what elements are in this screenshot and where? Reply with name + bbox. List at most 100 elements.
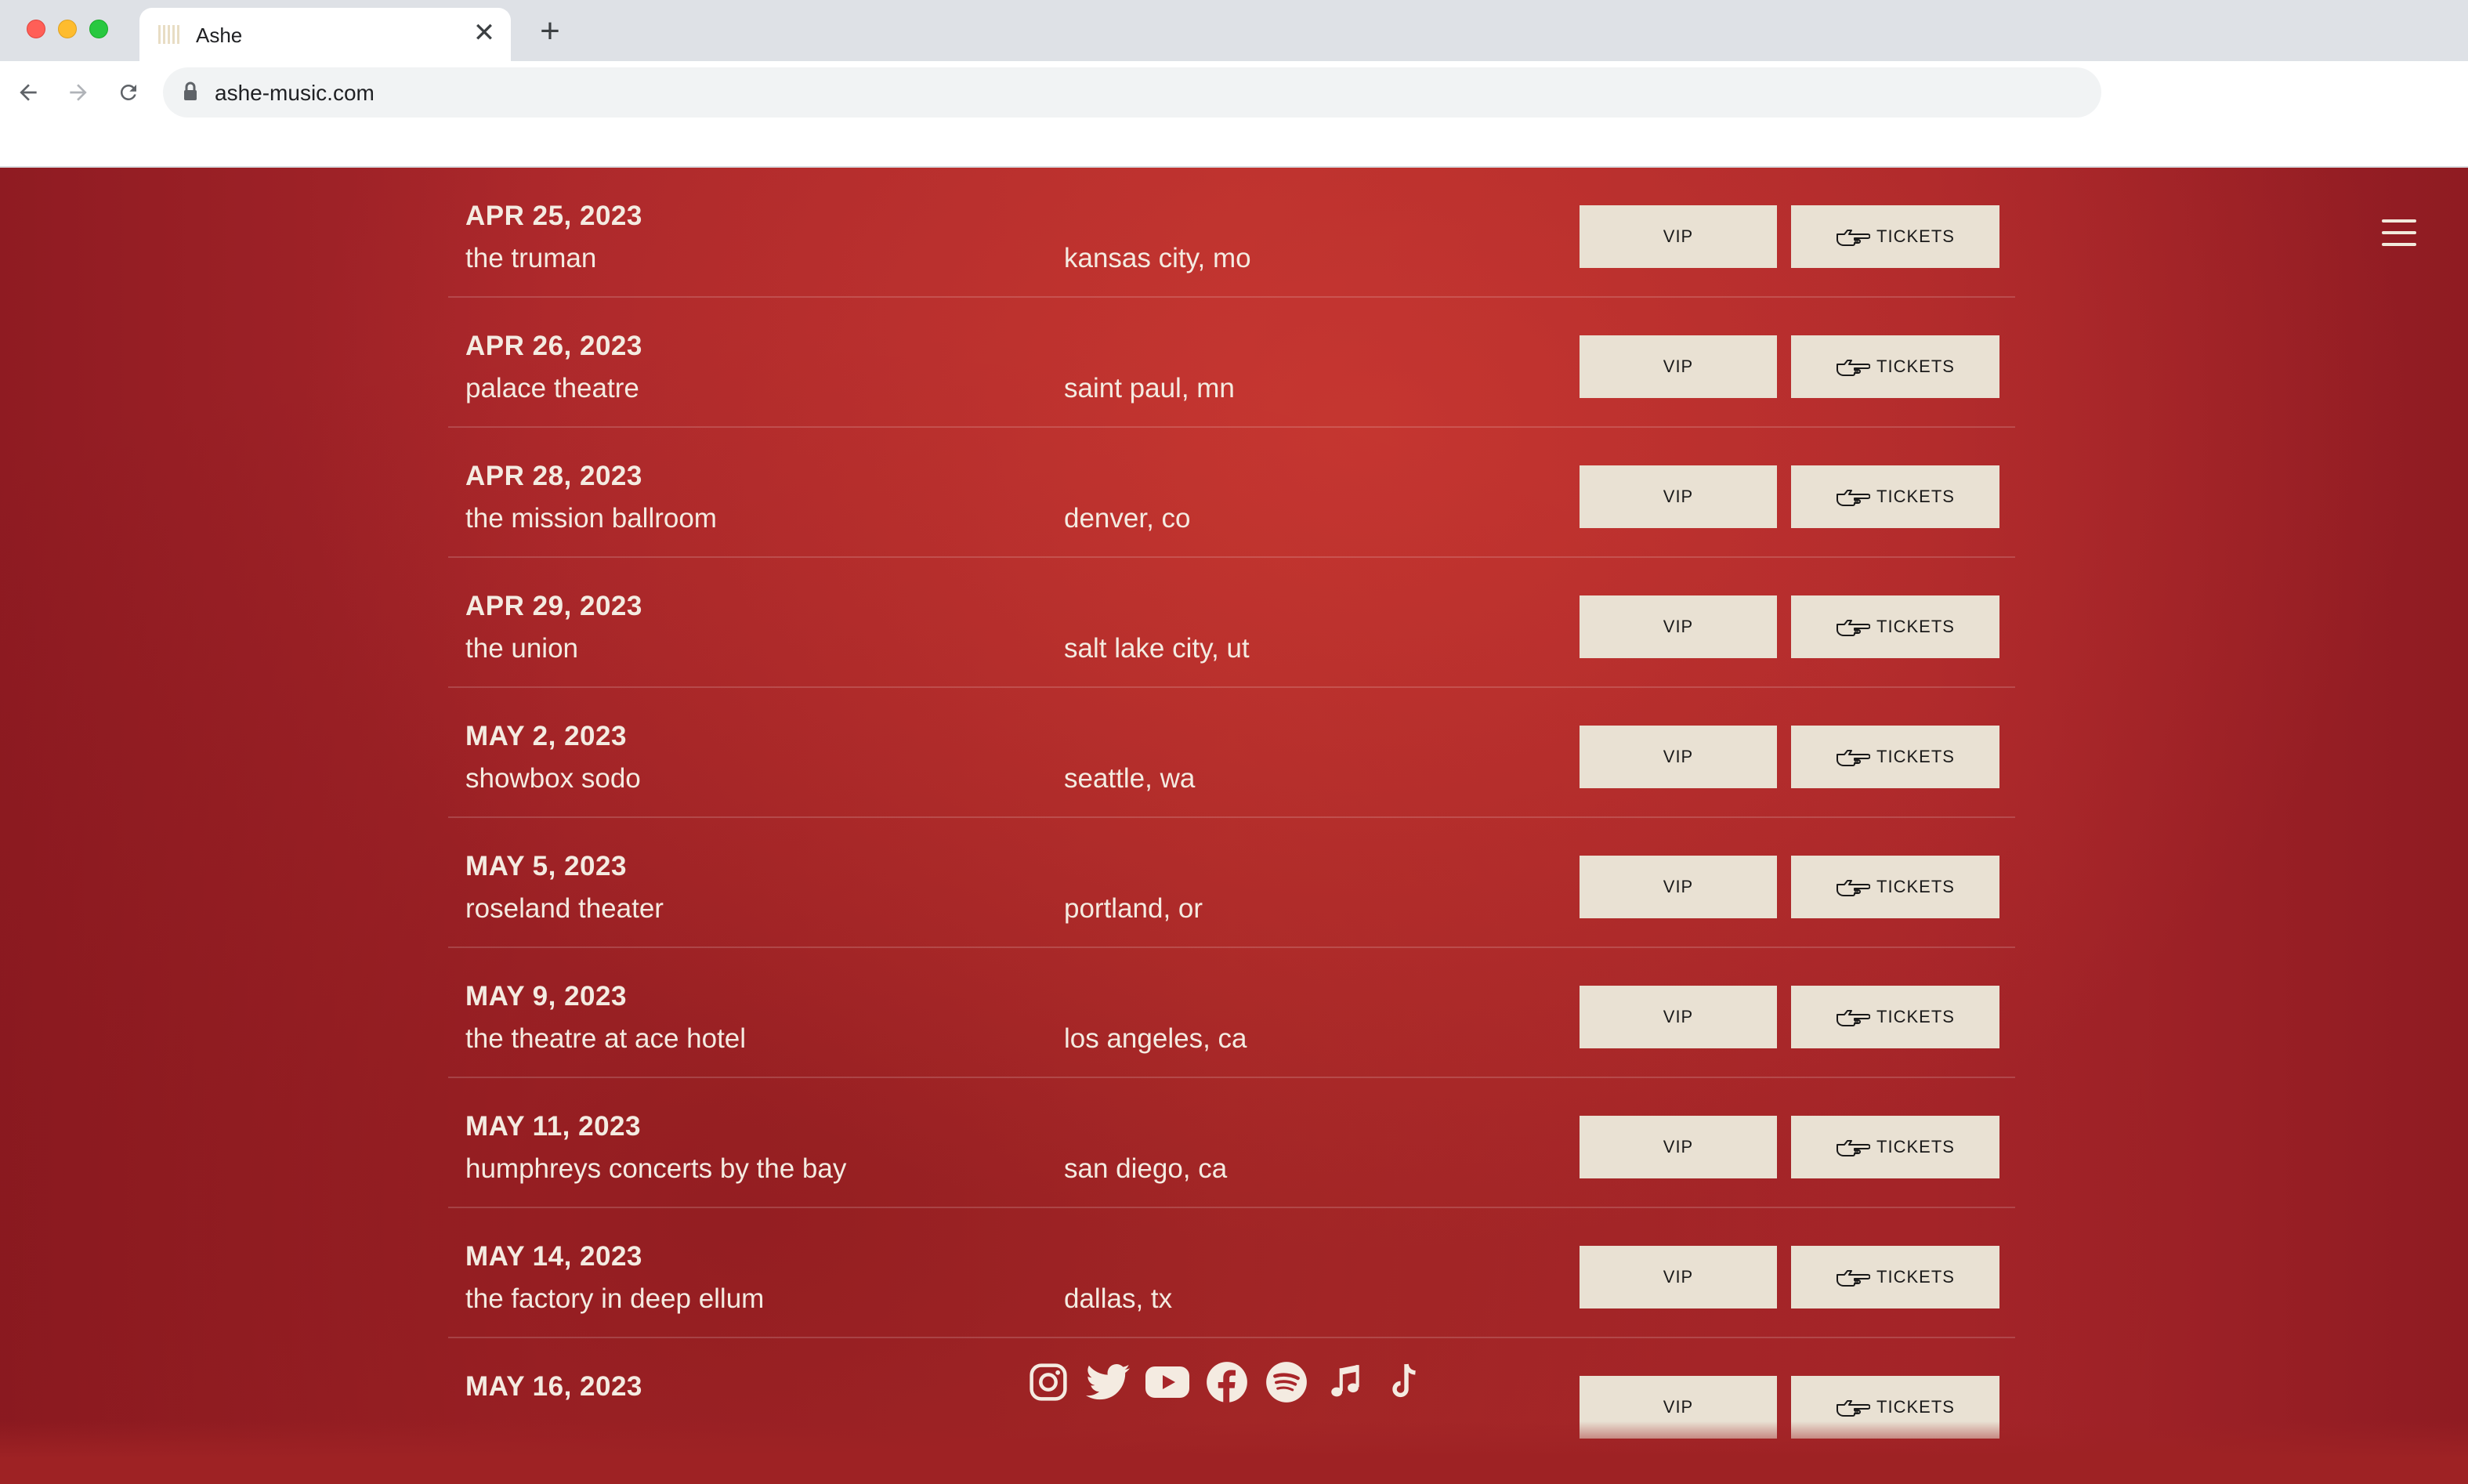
arrow-left-icon bbox=[20, 84, 37, 101]
reload-button[interactable] bbox=[110, 74, 147, 111]
pointing-hand-icon bbox=[1837, 880, 1871, 896]
tour-city: saint paul, mn bbox=[1064, 373, 1235, 404]
social-links bbox=[1026, 1357, 1428, 1407]
pointing-hand-icon bbox=[1837, 1010, 1871, 1026]
browser-tab[interactable]: Ashe ✕ bbox=[139, 8, 511, 61]
vip-button[interactable]: VIP bbox=[1580, 1246, 1777, 1308]
tour-date: MAY 2, 2023 bbox=[465, 721, 627, 751]
tour-venue: the union bbox=[465, 633, 579, 664]
tickets-label: TICKETS bbox=[1876, 617, 1955, 636]
tour-date: APR 25, 2023 bbox=[465, 201, 642, 231]
tour-date: MAY 5, 2023 bbox=[465, 851, 627, 881]
tour-date-row: MAY 14, 2023 the factory in deep ellum dal… bbox=[448, 1208, 2015, 1338]
page-viewport: APR 25, 2023 the truman kansas city, mo VIP… bbox=[0, 168, 2468, 1484]
tour-venue: the mission ballroom bbox=[465, 503, 717, 534]
hamburger-menu-icon[interactable] bbox=[2382, 219, 2416, 246]
tickets-button[interactable]: TICKETS bbox=[1791, 465, 1999, 528]
close-window-button[interactable] bbox=[27, 20, 45, 38]
pointing-hand-icon bbox=[1837, 1270, 1871, 1287]
tour-city: denver, co bbox=[1064, 503, 1191, 534]
minimize-window-button[interactable] bbox=[58, 20, 77, 38]
close-tab-icon[interactable]: ✕ bbox=[470, 19, 498, 47]
tour-date: MAY 16, 2023 bbox=[465, 1371, 642, 1402]
vip-button[interactable]: VIP bbox=[1580, 465, 1777, 528]
vip-button[interactable]: VIP bbox=[1580, 595, 1777, 658]
back-button[interactable] bbox=[9, 74, 47, 111]
tickets-button[interactable]: TICKETS bbox=[1791, 1116, 1999, 1178]
arrow-right-icon bbox=[70, 84, 87, 101]
tour-date: MAY 9, 2023 bbox=[465, 981, 627, 1012]
page-bottom-edge bbox=[0, 1421, 2468, 1484]
vip-button[interactable]: VIP bbox=[1580, 986, 1777, 1048]
tickets-button[interactable]: TICKETS bbox=[1791, 595, 1999, 658]
tickets-label: TICKETS bbox=[1876, 357, 1955, 376]
tour-venue: showbox sodo bbox=[465, 763, 641, 794]
pointing-hand-icon bbox=[1837, 490, 1871, 506]
tour-venue: the factory in deep ellum bbox=[465, 1283, 765, 1314]
facebook-icon[interactable] bbox=[1205, 1360, 1249, 1404]
tour-city: salt lake city, ut bbox=[1064, 633, 1250, 664]
tour-date-row: APR 28, 2023 the mission ballroom denver, … bbox=[448, 428, 2015, 558]
tickets-button[interactable]: TICKETS bbox=[1791, 205, 1999, 268]
tickets-label: TICKETS bbox=[1876, 1007, 1955, 1026]
tour-dates-list: APR 25, 2023 the truman kansas city, mo VIP… bbox=[448, 168, 2015, 1468]
tour-city: los angeles, ca bbox=[1064, 1023, 1247, 1054]
twitter-icon[interactable] bbox=[1086, 1360, 1130, 1404]
tour-date: APR 26, 2023 bbox=[465, 331, 642, 361]
tour-date-row: APR 25, 2023 the truman kansas city, mo VIP… bbox=[448, 168, 2015, 298]
tickets-button[interactable]: TICKETS bbox=[1791, 335, 1999, 398]
vip-button[interactable]: VIP bbox=[1580, 335, 1777, 398]
instagram-icon[interactable] bbox=[1026, 1360, 1070, 1404]
tickets-button[interactable]: TICKETS bbox=[1791, 1246, 1999, 1308]
tour-date: APR 29, 2023 bbox=[465, 591, 642, 621]
tour-city: seattle, wa bbox=[1064, 763, 1196, 794]
pointing-hand-icon bbox=[1837, 750, 1871, 766]
tiktok-icon[interactable] bbox=[1384, 1360, 1428, 1404]
tour-venue: humphreys concerts by the bay bbox=[465, 1153, 847, 1184]
tour-date-row: MAY 5, 2023 roseland theater portland, or V… bbox=[448, 818, 2015, 948]
pointing-hand-icon bbox=[1837, 230, 1871, 246]
tickets-button[interactable]: TICKETS bbox=[1791, 856, 1999, 918]
maximize-window-button[interactable] bbox=[89, 20, 108, 38]
tour-venue: the theatre at ace hotel bbox=[465, 1023, 747, 1054]
vip-button[interactable]: VIP bbox=[1580, 856, 1777, 918]
vip-button[interactable]: VIP bbox=[1580, 205, 1777, 268]
tickets-label: TICKETS bbox=[1876, 877, 1955, 896]
tour-date-row: MAY 11, 2023 humphreys concerts by the ba… bbox=[448, 1078, 2015, 1208]
tour-venue: the truman bbox=[465, 243, 597, 273]
tour-city: portland, or bbox=[1064, 893, 1203, 924]
browser-tab-bar: Ashe ✕ + bbox=[0, 0, 2468, 61]
forward-button[interactable] bbox=[60, 74, 97, 111]
tour-date: MAY 14, 2023 bbox=[465, 1241, 642, 1272]
apple-music-icon[interactable] bbox=[1324, 1360, 1368, 1404]
url-text: ashe-music.com bbox=[215, 81, 375, 105]
youtube-icon[interactable] bbox=[1145, 1360, 1189, 1404]
reload-icon bbox=[120, 84, 136, 100]
tickets-label: TICKETS bbox=[1876, 1137, 1955, 1156]
new-tab-button[interactable]: + bbox=[533, 14, 567, 49]
tour-venue: roseland theater bbox=[465, 893, 664, 924]
ashe-favicon-icon bbox=[158, 25, 180, 44]
browser-toolbar: ashe-music.com bbox=[0, 61, 2468, 168]
tour-date-row: APR 26, 2023 palace theatre saint paul, mn… bbox=[448, 298, 2015, 428]
tour-city: san diego, ca bbox=[1064, 1153, 1228, 1184]
pointing-hand-icon bbox=[1837, 1400, 1871, 1417]
vip-button[interactable]: VIP bbox=[1580, 1116, 1777, 1178]
lock-icon bbox=[184, 81, 197, 100]
tickets-label: TICKETS bbox=[1876, 747, 1955, 766]
tour-date: MAY 11, 2023 bbox=[465, 1111, 641, 1142]
address-bar[interactable]: ashe-music.com bbox=[163, 67, 2101, 118]
vip-button[interactable]: VIP bbox=[1580, 726, 1777, 788]
tour-date: APR 28, 2023 bbox=[465, 461, 642, 491]
pointing-hand-icon bbox=[1837, 1140, 1871, 1156]
pointing-hand-icon bbox=[1837, 360, 1871, 376]
tour-city: kansas city, mo bbox=[1064, 243, 1251, 273]
tour-venue: palace theatre bbox=[465, 373, 639, 404]
tour-date-row: APR 29, 2023 the union salt lake city, ut V… bbox=[448, 558, 2015, 688]
tour-date-row: MAY 9, 2023 the theatre at ace hotel los a… bbox=[448, 948, 2015, 1078]
tour-city: dallas, tx bbox=[1064, 1283, 1173, 1314]
tickets-label: TICKETS bbox=[1876, 487, 1955, 506]
tickets-button[interactable]: TICKETS bbox=[1791, 986, 1999, 1048]
tickets-button[interactable]: TICKETS bbox=[1791, 726, 1999, 788]
spotify-icon[interactable] bbox=[1265, 1360, 1308, 1404]
